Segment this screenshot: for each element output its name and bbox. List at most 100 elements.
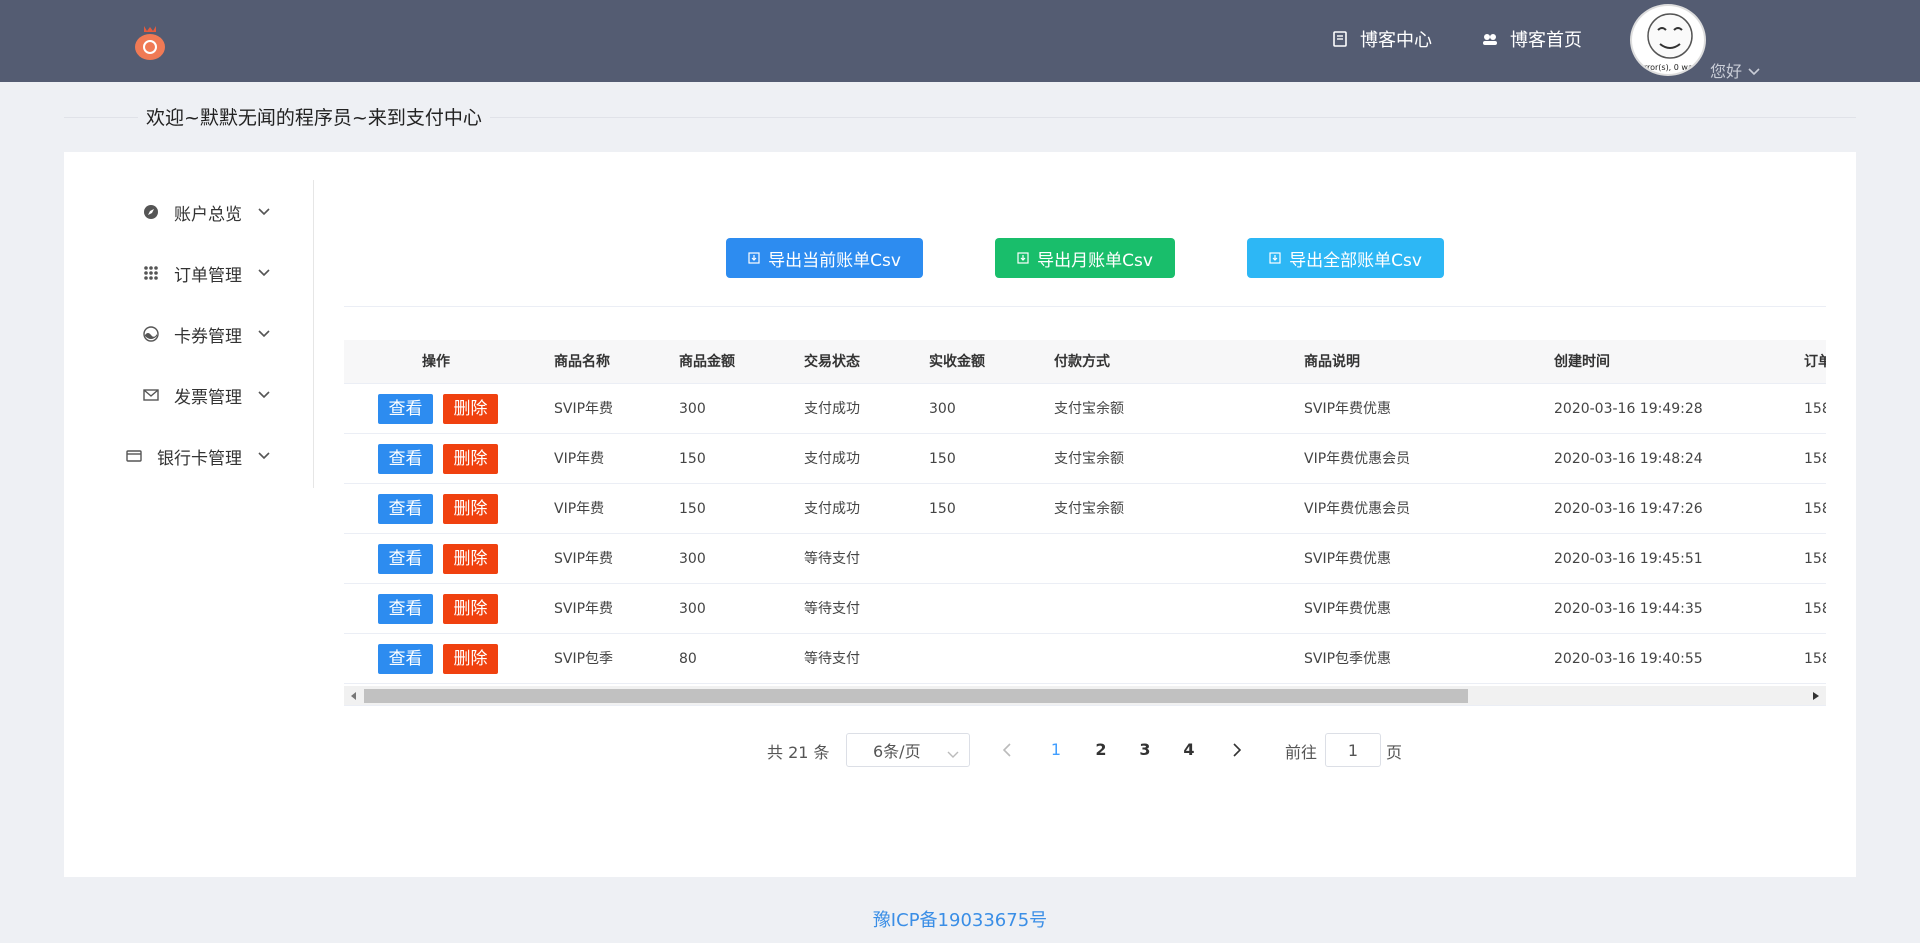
sidebar-menu: 账户总览 订单管理 卡券管理 发票管理 银行卡管理: [64, 180, 314, 488]
table-cell-status: 等待支付: [804, 601, 860, 617]
table-cell-order: 158: [1804, 501, 1826, 517]
goto-page-input[interactable]: [1325, 733, 1381, 767]
delete-button[interactable]: 删除: [443, 394, 498, 424]
chevron-down-icon: [258, 391, 270, 399]
scroll-right-arrow-icon[interactable]: [1810, 690, 1822, 702]
sidebar-item-order-management[interactable]: 订单管理: [64, 255, 314, 291]
page-size-select[interactable]: 6条/页: [846, 733, 970, 767]
export-icon: [1017, 252, 1029, 264]
column-header: 操作: [422, 354, 450, 370]
export-icon: [1269, 252, 1281, 264]
goto-prefix: 前往: [1285, 743, 1318, 762]
table-cell-amount: 80: [679, 651, 697, 667]
column-header: 订单: [1804, 354, 1826, 370]
view-button[interactable]: 查看: [378, 494, 433, 524]
page-size-value: 6条/页: [873, 742, 921, 761]
money-bag-logo-icon[interactable]: [132, 22, 168, 60]
table-cell-method: 支付宝余额: [1054, 401, 1124, 417]
column-header: 付款方式: [1054, 354, 1110, 370]
view-button[interactable]: 查看: [378, 544, 433, 574]
table-row: 查看 删除 SVIP包季 80 等待支付 SVIP包季优惠 2020-03-16 19:40…: [344, 634, 1826, 684]
export-monthly-bill-label: 导出月账单Csv: [1037, 250, 1153, 271]
table-cell-desc: SVIP年费优惠: [1304, 401, 1392, 417]
column-header: 创建时间: [1554, 354, 1610, 370]
export-monthly-bill-button[interactable]: 导出月账单Csv: [995, 238, 1175, 278]
nav-blog-home-label: 博客首页: [1510, 30, 1582, 51]
scroll-left-arrow-icon[interactable]: [348, 690, 360, 702]
column-header: 商品金额: [679, 354, 735, 370]
nav-blog-center-label: 博客中心: [1360, 30, 1432, 51]
user-greeting-dropdown[interactable]: 您好: [1710, 58, 1760, 82]
column-header: 交易状态: [804, 354, 860, 370]
avatar-caption: error(s), 0 warn: [1639, 63, 1701, 72]
delete-button[interactable]: 删除: [443, 644, 498, 674]
page-number-4[interactable]: 4: [1174, 733, 1204, 767]
table-cell-time: 2020-03-16 19:47:26: [1554, 501, 1703, 517]
sidebar-item-coupon-management[interactable]: 卡券管理: [64, 316, 314, 352]
export-current-bill-label: 导出当前账单Csv: [768, 250, 901, 271]
table-cell-amount: 150: [679, 451, 706, 467]
delete-button[interactable]: 删除: [443, 594, 498, 624]
table-cell-amount: 150: [679, 501, 706, 517]
icp-footer-link[interactable]: 豫ICP备19033675号: [0, 906, 1920, 932]
table-cell-status: 支付成功: [804, 501, 860, 517]
table-cell-desc: VIP年费优惠会员: [1304, 451, 1411, 467]
chevron-down-icon: [258, 330, 270, 338]
delete-button[interactable]: 删除: [443, 494, 498, 524]
nav-blog-center[interactable]: 博客中心: [1332, 26, 1432, 52]
table-row: 查看 删除 VIP年费 150 支付成功 150 支付宝余额 VIP年费优惠会员 2020-03…: [344, 434, 1826, 484]
table-cell-order: 158: [1804, 551, 1826, 567]
sidebar-item-account-overview[interactable]: 账户总览: [64, 194, 314, 230]
sidebar-item-label: 发票管理: [174, 387, 242, 408]
table-cell-received: 150: [929, 451, 956, 467]
book-icon: [1332, 31, 1348, 47]
chevron-down-icon: [258, 269, 270, 277]
next-page-icon[interactable]: [1229, 741, 1245, 759]
table-cell-name: SVIP年费: [554, 401, 614, 417]
table-cell-status: 等待支付: [804, 651, 860, 667]
table-cell-amount: 300: [679, 551, 706, 567]
delete-button[interactable]: 删除: [443, 544, 498, 574]
view-button[interactable]: 查看: [378, 444, 433, 474]
column-header: 实收金额: [929, 354, 985, 370]
table-cell-time: 2020-03-16 19:49:28: [1554, 401, 1703, 417]
export-all-bill-button[interactable]: 导出全部账单Csv: [1247, 238, 1444, 278]
scrollbar-thumb[interactable]: [364, 689, 1468, 703]
table-cell-order: 158: [1804, 651, 1826, 667]
greeting-label: 您好: [1710, 62, 1743, 81]
table-header: 操作 商品名称 商品金额 交易状态 实收金额 付款方式 商品说明 创建时间 订单: [344, 340, 1826, 384]
table-cell-amount: 300: [679, 401, 706, 417]
table-cell-received: 300: [929, 401, 956, 417]
horizontal-scrollbar[interactable]: [344, 686, 1826, 705]
table-cell-time: 2020-03-16 19:48:24: [1554, 451, 1703, 467]
view-button[interactable]: 查看: [378, 594, 433, 624]
table-cell-received: 150: [929, 501, 956, 517]
pagination-total: 共 21 条: [767, 743, 830, 762]
table-cell-status: 等待支付: [804, 551, 860, 567]
view-button[interactable]: 查看: [378, 644, 433, 674]
nav-blog-home[interactable]: 博客首页: [1482, 26, 1582, 52]
sidebar-item-bank-card-management[interactable]: 银行卡管理: [64, 438, 314, 474]
view-button[interactable]: 查看: [378, 394, 433, 424]
table-cell-name: SVIP年费: [554, 551, 614, 567]
table-cell-amount: 300: [679, 601, 706, 617]
sidebar-item-label: 卡券管理: [174, 326, 242, 347]
table-row: 查看 删除 SVIP年费 300 支付成功 300 支付宝余额 SVIP年费优惠 2020-03…: [344, 384, 1826, 434]
chevron-down-icon: [1748, 61, 1760, 80]
table-cell-desc: VIP年费优惠会员: [1304, 501, 1411, 517]
page-number-3[interactable]: 3: [1130, 733, 1160, 767]
export-all-bill-label: 导出全部账单Csv: [1289, 250, 1422, 271]
page-number-2[interactable]: 2: [1086, 733, 1116, 767]
export-current-bill-button[interactable]: 导出当前账单Csv: [726, 238, 923, 278]
prev-page-icon[interactable]: [999, 741, 1015, 759]
table-cell-status: 支付成功: [804, 451, 860, 467]
coupon-icon: [142, 325, 160, 343]
delete-button[interactable]: 删除: [443, 444, 498, 474]
sidebar-item-label: 银行卡管理: [157, 448, 242, 469]
page-number-1[interactable]: 1: [1041, 733, 1071, 767]
table-cell-method: 支付宝余额: [1054, 451, 1124, 467]
avatar[interactable]: error(s), 0 warn: [1630, 4, 1706, 76]
welcome-text: 欢迎~默默无闻的程序员~来到支付中心: [138, 103, 490, 130]
table-cell-status: 支付成功: [804, 401, 860, 417]
sidebar-item-invoice-management[interactable]: 发票管理: [64, 377, 314, 413]
